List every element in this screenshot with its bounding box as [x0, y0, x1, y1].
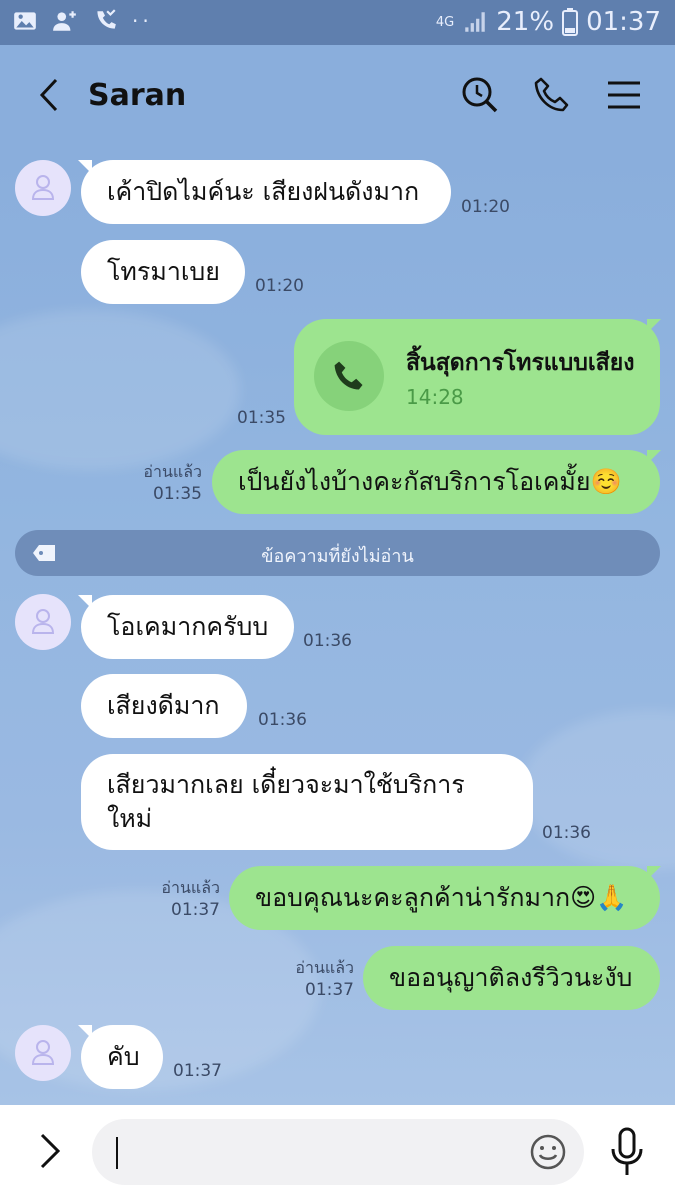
avatar[interactable]	[15, 594, 71, 650]
message-time: 01:37	[171, 900, 220, 920]
person-icon	[31, 175, 55, 200]
message-bubble[interactable]: เสียงดีมาก	[81, 674, 247, 738]
unread-label: ข้อความที่ยังไม่อ่าน	[261, 546, 414, 567]
read-receipt: อ่านแล้ว 01:37	[140, 877, 220, 921]
battery-icon	[562, 8, 579, 36]
menu-icon[interactable]	[604, 75, 644, 115]
message-time: 01:36	[542, 823, 591, 843]
message-bubble[interactable]: เป็นยังไงบ้างคะกัสบริการโอเคมั้ย☺️	[212, 450, 660, 514]
person-icon	[31, 609, 55, 634]
message-time: 01:36	[303, 631, 352, 651]
message-bubble[interactable]: โทรมาเบย	[81, 240, 245, 304]
network-label: 4G	[435, 14, 455, 30]
expand-chevron-icon[interactable]	[34, 1131, 66, 1171]
clock: 01:37	[586, 7, 661, 37]
chat-area[interactable]: เค้าปิดไมค์นะ เสียงฝนดังมาก 01:20 โทรมาเ…	[0, 150, 675, 1105]
gallery-icon	[14, 12, 36, 30]
status-bar: ·· 4G 21% 01:37	[0, 0, 675, 45]
phone-icon	[334, 361, 363, 390]
message-bubble[interactable]: เสียวมากเลย เดี๋ยวจะมาใช้บริการ ใหม่	[81, 754, 533, 850]
call-duration: 14:28	[406, 385, 464, 409]
input-bar	[0, 1105, 675, 1200]
message-time: 01:37	[305, 980, 354, 1000]
avatar[interactable]	[15, 160, 71, 216]
read-label: อ่านแล้ว	[143, 462, 202, 481]
message-time: 01:36	[258, 710, 307, 730]
avatar[interactable]	[15, 1025, 71, 1081]
text-cursor	[116, 1137, 118, 1169]
person-icon	[31, 1040, 55, 1065]
contact-name: Saran	[88, 78, 187, 113]
message-time: 01:35	[237, 408, 286, 428]
add-contact-icon	[53, 11, 76, 31]
message-bubble[interactable]: ขอบคุณนะคะลูกค้าน่ารักมาก😍🙏	[229, 866, 660, 930]
read-label: อ่านแล้ว	[161, 878, 220, 897]
microphone-icon[interactable]	[608, 1127, 646, 1179]
call-badge	[314, 341, 384, 411]
message-bubble[interactable]: ขออนุญาติลงรีวิวนะงับ	[363, 946, 660, 1010]
call-title: สิ้นสุดการโทรแบบเสียง	[406, 350, 635, 376]
signal-icon	[465, 12, 486, 32]
battery-percent: 21%	[496, 7, 555, 37]
phone-icon[interactable]	[532, 75, 572, 115]
message-time: 01:35	[153, 484, 202, 504]
unread-divider: ข้อความที่ยังไม่อ่าน	[15, 530, 660, 576]
missed-call-icon	[97, 9, 116, 29]
message-line: เสียวมากเลย เดี๋ยวจะมาใช้บริการ	[107, 770, 465, 799]
back-arrow-icon[interactable]	[30, 75, 70, 115]
read-label: อ่านแล้ว	[295, 958, 354, 977]
message-time: 01:37	[173, 1061, 222, 1081]
message-time: 01:20	[461, 197, 510, 217]
message-time: 01:20	[255, 276, 304, 296]
message-input[interactable]	[92, 1119, 584, 1185]
read-receipt: อ่านแล้ว 01:35	[120, 461, 202, 505]
call-ended-bubble[interactable]: สิ้นสุดการโทรแบบเสียง 14:28	[294, 319, 660, 435]
message-line: ใหม่	[107, 804, 153, 833]
search-icon[interactable]	[460, 75, 500, 115]
message-bubble[interactable]: โอเคมากครับบ	[81, 595, 294, 659]
emoji-icon[interactable]	[529, 1133, 567, 1171]
read-receipt: อ่านแล้ว 01:37	[272, 957, 354, 1001]
message-bubble[interactable]: เค้าปิดไมค์นะ เสียงฝนดังมาก	[81, 160, 451, 224]
message-bubble[interactable]: คับ	[81, 1025, 163, 1089]
chat-header: Saran	[0, 45, 675, 150]
more-notifications-icon: ··	[132, 9, 153, 33]
